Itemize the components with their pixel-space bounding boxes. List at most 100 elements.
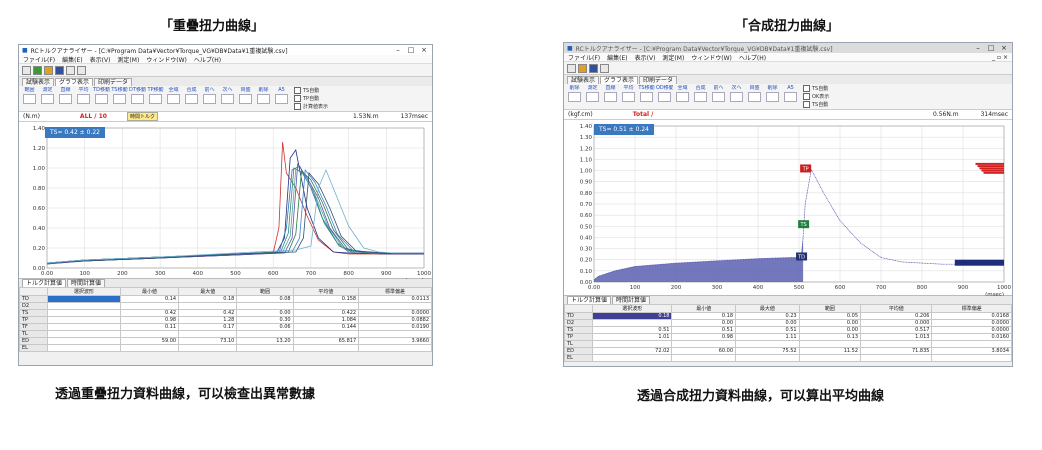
menu-file[interactable]: ファイル(F): [568, 53, 600, 62]
tab-graph-view[interactable]: グラフ表示: [600, 76, 639, 84]
tool-button[interactable]: A5: [273, 87, 290, 110]
tool-button[interactable]: 目盛: [746, 85, 763, 108]
child-close-icon[interactable]: _ ▫ ×: [992, 54, 1008, 61]
menu-view[interactable]: 表示(V): [635, 53, 656, 62]
tool-button[interactable]: 目盛: [237, 87, 254, 110]
table-row[interactable]: TL: [564, 340, 1012, 348]
table-row[interactable]: TP 1.01 0.98 1.11 0.13 1.013 0.0160: [564, 333, 1012, 341]
folder-icon[interactable]: [44, 65, 53, 75]
table-row[interactable]: EL: [19, 344, 432, 352]
folder-icon[interactable]: [578, 63, 587, 73]
tool-button[interactable]: 前へ: [201, 87, 218, 110]
tool-button[interactable]: 次へ: [728, 85, 745, 108]
tool-button[interactable]: 直線: [602, 85, 619, 108]
tool-button[interactable]: 測定: [39, 87, 56, 110]
menu-edit[interactable]: 編集(E): [607, 53, 627, 62]
tool-button[interactable]: 全域: [674, 85, 691, 108]
undo-icon[interactable]: [66, 65, 75, 75]
tool-button[interactable]: TS移動: [111, 87, 128, 110]
tool-button[interactable]: 直線: [57, 87, 74, 110]
table-row[interactable]: D2: [19, 302, 432, 310]
menu-edit[interactable]: 編集(E): [62, 55, 82, 64]
tool-button[interactable]: 削除: [566, 85, 583, 108]
tab-print-data[interactable]: 印刷データ: [639, 76, 678, 84]
menu-view[interactable]: 表示(V): [90, 55, 111, 64]
maximize-icon[interactable]: □: [406, 46, 416, 55]
table-row[interactable]: TD 0.14 0.18 0.08 0.158 0.0113: [19, 295, 432, 303]
tool-button[interactable]: A5: [782, 85, 799, 108]
tool-button[interactable]: 全域: [165, 87, 182, 110]
menu-measure[interactable]: 測定(M): [117, 55, 139, 64]
close-icon[interactable]: ×: [419, 46, 429, 55]
tool-button[interactable]: DT移動: [129, 87, 146, 110]
save-icon[interactable]: [55, 65, 64, 75]
x-tick-label: 600: [835, 285, 846, 291]
table-cell: 1.01: [591, 333, 673, 341]
tool-button[interactable]: OD移動: [656, 85, 673, 108]
tool-button[interactable]: 次へ: [219, 87, 236, 110]
table-row[interactable]: D2 0.00 0.00 0.00 0.000 0.0000: [564, 319, 1012, 327]
new-file-icon[interactable]: [22, 65, 31, 75]
tab-torque-calc[interactable]: トルク計算値: [567, 296, 612, 304]
option-checkbox[interactable]: TS自動: [294, 87, 328, 94]
undo-icon[interactable]: [600, 63, 609, 73]
minimize-icon[interactable]: –: [973, 44, 983, 53]
table-cell: [47, 323, 121, 331]
grid-icon[interactable]: [77, 65, 86, 75]
tab-time-calc[interactable]: 時間計算値: [612, 296, 651, 304]
tool-button[interactable]: TP移動: [147, 87, 164, 110]
option-checkbox[interactable]: TS自動: [803, 101, 829, 108]
table-row[interactable]: EL: [564, 354, 1012, 362]
table-cell: 60.00: [671, 347, 737, 355]
x-tick-label: 900: [958, 285, 969, 291]
tool-button[interactable]: 合成: [692, 85, 709, 108]
table-row[interactable]: TF 0.11 0.17 0.06 0.144 0.0190: [19, 323, 432, 331]
tab-test-view[interactable]: 試験表示: [22, 78, 55, 86]
menu-window[interactable]: ウィンドウ(W): [146, 55, 187, 64]
maximize-icon[interactable]: □: [986, 44, 996, 53]
tool-button[interactable]: TD移動: [93, 87, 110, 110]
menu-window[interactable]: ウィンドウ(W): [691, 53, 732, 62]
left-plot-area[interactable]: 0.00 100 200 300 400 500 600 700 800 900 1000 0.00 0…: [19, 122, 432, 279]
option-checkbox[interactable]: TS自動: [803, 85, 829, 92]
menu-measure[interactable]: 測定(M): [662, 53, 684, 62]
right-plot-area[interactable]: 0.00 100 200 300 400 500 600 700 800 900 1000 0.00 0…: [564, 120, 1012, 296]
tool-button[interactable]: 前へ: [710, 85, 727, 108]
tab-graph-view[interactable]: グラフ表示: [55, 78, 94, 86]
tool-label: OD移動: [656, 85, 673, 91]
tool-button[interactable]: 平均: [620, 85, 637, 108]
tool-icon: [59, 94, 72, 104]
tool-button[interactable]: 平均: [75, 87, 92, 110]
time-torque-badge[interactable]: 時間トルク: [126, 112, 158, 121]
tab-print-data[interactable]: 印刷データ: [94, 78, 133, 86]
tab-test-view[interactable]: 試験表示: [567, 76, 600, 84]
table-row[interactable]: ED 59.00 73.10 13.20 65.817 3.9660: [19, 337, 432, 345]
minimize-icon[interactable]: –: [393, 46, 403, 55]
table-row[interactable]: TS 0.51 0.51 0.51 0.00 0.517 0.0000: [564, 326, 1012, 334]
option-checkbox[interactable]: TP自動: [294, 95, 328, 102]
option-checkbox[interactable]: 計算値表示: [294, 103, 328, 110]
menu-help[interactable]: ヘルプ(H): [739, 53, 766, 62]
save-icon[interactable]: [589, 63, 598, 73]
table-row[interactable]: ED 72.02 60.00 75.52 11.52 71.835 3.8034: [564, 347, 1012, 355]
new-file-icon[interactable]: [567, 63, 576, 73]
close-icon[interactable]: ×: [999, 44, 1009, 53]
table-row[interactable]: TP 0.98 1.28 0.30 1.084 0.0882: [19, 316, 432, 324]
table-row[interactable]: TD 0.18 0.18 0.23 0.05 0.206 0.0168: [564, 312, 1012, 320]
option-checkbox[interactable]: OK表示: [803, 93, 829, 100]
table-cell: [236, 344, 294, 352]
menu-file[interactable]: ファイル(F): [23, 55, 55, 64]
tool-button[interactable]: TS移動: [638, 85, 655, 108]
left-description: 透過重疊扭力資料曲線，可以檢查出異常數據: [55, 387, 316, 402]
menu-help[interactable]: ヘルプ(H): [194, 55, 221, 64]
tool-button[interactable]: 合成: [183, 87, 200, 110]
table-row[interactable]: TS 0.42 0.42 0.00 0.422 0.0000: [19, 309, 432, 317]
tool-button[interactable]: 測定: [584, 85, 601, 108]
tab-time-calc[interactable]: 時間計算値: [67, 279, 106, 287]
tool-button[interactable]: 範囲: [21, 87, 38, 110]
tool-button[interactable]: 削除: [255, 87, 272, 110]
table-row[interactable]: TL: [19, 330, 432, 338]
tab-torque-calc[interactable]: トルク計算値: [22, 279, 67, 287]
tool-button[interactable]: 削除: [764, 85, 781, 108]
open-file-icon[interactable]: [33, 65, 42, 75]
